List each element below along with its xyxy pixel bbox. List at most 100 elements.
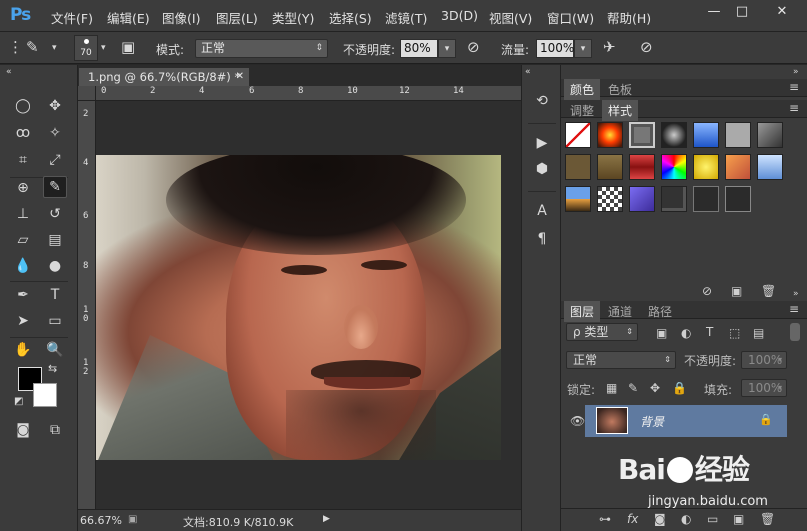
pressure-opacity-icon[interactable]: ⊘ xyxy=(467,40,480,55)
delete-layer-icon[interactable]: 🗑 xyxy=(760,512,775,526)
opacity-dropdown-button[interactable]: ▾ xyxy=(438,39,456,58)
new-style-icon[interactable]: ▣ xyxy=(731,284,742,298)
history-brush-tool-icon[interactable]: ↺ xyxy=(43,203,67,225)
style-swatch[interactable] xyxy=(693,154,719,180)
type-tool-icon[interactable]: T xyxy=(43,284,67,306)
menu-layer[interactable]: 图层(L) xyxy=(216,8,258,27)
minimize-button[interactable]: — xyxy=(703,3,725,19)
history-panel-icon[interactable]: ⟲ xyxy=(531,91,553,111)
swap-colors-icon[interactable]: ⇆ xyxy=(48,363,57,374)
style-swatch[interactable] xyxy=(725,154,751,180)
expand-arrows-icon[interactable]: « xyxy=(525,68,531,77)
menu-type[interactable]: 类型(Y) xyxy=(272,8,314,27)
quick-mask-icon[interactable]: ◙ xyxy=(11,419,35,441)
tab-layers[interactable]: 图层 xyxy=(564,301,601,322)
lock-image-icon[interactable]: ✎ xyxy=(628,381,638,395)
delete-style-icon[interactable]: 🗑 xyxy=(761,284,776,298)
collapse-dock-icon[interactable]: » xyxy=(793,67,799,77)
dodge-tool-icon[interactable]: ● xyxy=(43,255,67,277)
marquee-tool-icon[interactable]: ◯ xyxy=(11,95,35,117)
menu-view[interactable]: 视图(V) xyxy=(489,8,532,27)
flow-dropdown-button[interactable]: ▾ xyxy=(574,39,592,58)
default-colors-icon[interactable]: ◩ xyxy=(14,397,23,407)
healing-brush-tool-icon[interactable]: ⊕ xyxy=(11,177,35,199)
filter-toggle[interactable] xyxy=(790,323,800,341)
fill-input[interactable]: 100% ▾ xyxy=(741,379,787,397)
menu-select[interactable]: 选择(S) xyxy=(329,8,372,27)
airbrush-icon[interactable]: ✈ xyxy=(603,40,616,55)
hand-tool-icon[interactable]: ✋ xyxy=(11,339,35,361)
layer-thumbnail[interactable] xyxy=(596,407,628,434)
style-swatch[interactable] xyxy=(565,186,591,212)
brush-tool-icon[interactable]: ✎ xyxy=(43,176,67,198)
opacity-input[interactable]: 80% xyxy=(400,39,438,58)
layer-name[interactable]: 背景 xyxy=(640,413,664,430)
layer-effects-icon[interactable]: fx xyxy=(627,512,638,526)
menu-image[interactable]: 图像(I) xyxy=(162,8,200,27)
shape-filter-icon[interactable]: ⬚ xyxy=(729,326,740,340)
zoom-level[interactable]: 66.67% xyxy=(80,514,122,527)
zoom-tool-icon[interactable]: 🔍 xyxy=(43,339,67,361)
status-icon[interactable]: ▣ xyxy=(128,514,137,525)
menu-edit[interactable]: 编辑(E) xyxy=(107,8,150,27)
add-mask-icon[interactable]: ◙ xyxy=(654,512,666,526)
lock-transparency-icon[interactable]: ▦ xyxy=(606,381,617,395)
collapse-arrows-icon[interactable]: « xyxy=(6,68,12,77)
magic-wand-tool-icon[interactable]: ✧ xyxy=(43,122,67,144)
blur-tool-icon[interactable]: 💧 xyxy=(11,255,35,277)
close-button[interactable]: ✕ xyxy=(768,3,796,19)
close-tab-icon[interactable]: ✕ xyxy=(236,68,244,86)
visibility-eye-icon[interactable]: 👁 xyxy=(570,414,585,428)
layer-filter-select[interactable]: ρ 类型 ⇕ xyxy=(566,323,638,341)
smart-object-filter-icon[interactable]: ▤ xyxy=(753,326,764,340)
3d-panel-icon[interactable]: ⬢ xyxy=(531,159,553,179)
maximize-button[interactable]: □ xyxy=(731,3,753,19)
menu-help[interactable]: 帮助(H) xyxy=(607,8,651,27)
tab-paths[interactable]: 路径 xyxy=(642,301,678,322)
adjustment-filter-icon[interactable]: ◐ xyxy=(681,326,691,340)
layer-opacity-input[interactable]: 100% ▾ xyxy=(741,351,787,369)
style-swatch[interactable] xyxy=(693,186,719,212)
crop-tool-icon[interactable]: ⌗ xyxy=(11,149,35,171)
menu-3d[interactable]: 3D(D) xyxy=(441,8,478,23)
menu-filter[interactable]: 滤镜(T) xyxy=(385,8,427,27)
style-swatch[interactable] xyxy=(725,122,751,148)
style-swatch[interactable] xyxy=(597,122,623,148)
style-swatch[interactable] xyxy=(629,122,655,148)
lock-all-icon[interactable]: 🔒 xyxy=(672,381,687,395)
clear-style-icon[interactable]: ⊘ xyxy=(702,284,712,298)
style-none-swatch[interactable] xyxy=(565,122,591,148)
style-swatch[interactable] xyxy=(597,186,623,212)
panel-menu-icon[interactable]: ≡ xyxy=(789,302,799,316)
actions-panel-icon[interactable]: ▶ xyxy=(531,133,553,153)
chevron-down-icon[interactable]: ▾ xyxy=(101,44,106,53)
rectangle-tool-icon[interactable]: ▭ xyxy=(43,310,67,332)
paragraph-panel-icon[interactable]: ¶ xyxy=(531,229,553,249)
character-panel-icon[interactable]: A xyxy=(531,201,553,221)
collapse-arrows-icon[interactable]: » xyxy=(793,289,799,299)
style-swatch[interactable] xyxy=(629,186,655,212)
brush-panel-toggle-icon[interactable]: ▣ xyxy=(121,40,135,55)
move-tool-icon[interactable]: ✥ xyxy=(43,95,67,117)
clone-stamp-tool-icon[interactable]: ⊥ xyxy=(11,203,35,225)
eyedropper-tool-icon[interactable]: ⤢ xyxy=(43,149,67,171)
flow-input[interactable]: 100% xyxy=(536,39,574,58)
pressure-size-icon[interactable]: ⊘ xyxy=(640,40,653,55)
blend-mode-select[interactable]: 正常 ⇕ xyxy=(566,351,676,369)
style-swatch[interactable] xyxy=(725,186,751,212)
gradient-tool-icon[interactable]: ▤ xyxy=(43,229,67,251)
chevron-down-icon[interactable]: ▾ xyxy=(52,44,57,53)
document-tab[interactable]: 1.png @ 66.7%(RGB/8#) * ✕ xyxy=(79,68,249,86)
panel-menu-icon[interactable]: ≡ xyxy=(789,101,799,115)
menu-window[interactable]: 窗口(W) xyxy=(547,8,594,27)
tab-channels[interactable]: 通道 xyxy=(602,301,638,322)
brush-tool-preset-icon[interactable]: ✎ xyxy=(26,40,39,55)
link-layers-icon[interactable]: ⊶ xyxy=(599,512,611,526)
menu-file[interactable]: 文件(F) xyxy=(51,8,93,27)
new-adjustment-icon[interactable]: ◐ xyxy=(681,512,691,526)
new-layer-icon[interactable]: ▣ xyxy=(733,512,744,526)
path-selection-tool-icon[interactable]: ➤ xyxy=(11,310,35,332)
style-swatch[interactable] xyxy=(757,122,783,148)
pixel-filter-icon[interactable]: ▣ xyxy=(656,326,667,340)
style-swatch[interactable] xyxy=(693,122,719,148)
